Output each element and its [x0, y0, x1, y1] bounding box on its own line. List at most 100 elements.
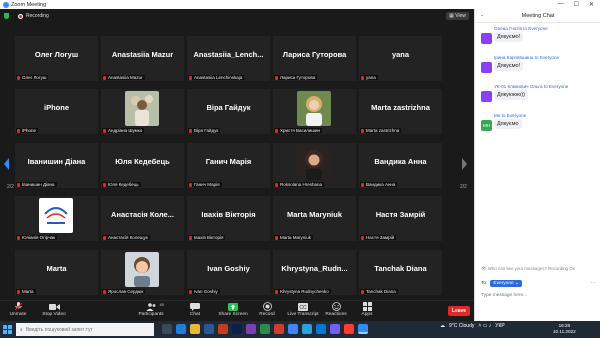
weather-text[interactable]: 9°C Cloudy	[449, 323, 474, 329]
app-icon[interactable]	[344, 324, 354, 334]
participant-tile[interactable]: Анастасія Коле... Анастасія Колещук	[101, 196, 184, 241]
participant-name-label: Христя Василишин	[274, 128, 323, 133]
participant-tile[interactable]: Лариса Гуторова Лариса Гуторова	[273, 36, 356, 81]
excel-icon[interactable]	[260, 324, 270, 334]
more-options-icon[interactable]: ···	[591, 281, 596, 286]
clock[interactable]: 16:28 10.11.2022	[553, 323, 576, 335]
chat-message-input[interactable]	[481, 290, 595, 300]
task-view-icon[interactable]	[162, 324, 172, 334]
muted-mic-icon	[103, 289, 106, 294]
previous-page-button[interactable]	[3, 157, 10, 171]
word-icon[interactable]	[204, 324, 214, 334]
live-transcript-button[interactable]: CC Live Transcript	[283, 302, 323, 317]
participant-tile[interactable]: Вандика Анна Вандика Анна	[359, 143, 442, 188]
participant-tile[interactable]: Христя Василишин	[273, 89, 356, 134]
record-icon	[262, 302, 273, 311]
participants-label: Participants	[138, 312, 164, 317]
participant-tile[interactable]: iPhone iPhone	[15, 89, 98, 134]
participant-tile[interactable]: Юліанія Огірчак	[15, 196, 98, 241]
participant-tile[interactable]: Олег Логуш Олег Логуш	[15, 36, 98, 81]
muted-mic-icon	[189, 75, 192, 80]
participant-name-label: Настя Замрій	[360, 235, 397, 240]
recording-note-text: Who can see your messages? Recording On	[487, 266, 576, 271]
participant-tile[interactable]: Настя Замрій Настя Замрій	[359, 196, 442, 241]
chat-message: Олена Гнатів to Everyone Дякуємо!	[481, 26, 597, 44]
recipient-select[interactable]: Everyone ⌄	[490, 280, 523, 287]
chat-message-text[interactable]: Дякуємо!	[494, 61, 524, 71]
chevron-down-icon[interactable]: ⌄	[480, 12, 484, 18]
record-button[interactable]: Record	[249, 302, 285, 317]
security-shield-icon[interactable]	[4, 13, 9, 19]
acrobat-icon[interactable]	[274, 324, 284, 334]
edge-icon[interactable]	[176, 324, 186, 334]
taskbar-search[interactable]: ⌕	[16, 323, 154, 336]
participant-tile[interactable]: Marta Marta	[15, 250, 98, 295]
participant-tile[interactable]: Roksolana Hreshana	[273, 143, 356, 188]
chat-message-text[interactable]: Дякуємо!	[494, 32, 524, 42]
participant-label-text: Marta	[22, 289, 34, 294]
participant-tile[interactable]: Ivan Goshiy Ivan Goshiy	[187, 250, 270, 295]
share-screen-button[interactable]: Share Screen	[215, 302, 251, 317]
powerpoint-icon[interactable]	[218, 324, 228, 334]
view-button[interactable]: ▦ View	[446, 12, 469, 20]
participant-tile[interactable]: Івахів Вікторія Івахів Вікторія	[187, 196, 270, 241]
leave-button[interactable]: Leave	[448, 306, 470, 316]
participant-tile[interactable]: Іванишин Діана Іванишин Діана	[15, 143, 98, 188]
chat-message-text[interactable]: Дякуююю))	[494, 90, 528, 100]
participant-tile[interactable]: Marta Maryniuk Marta Maryniuk	[273, 196, 356, 241]
muted-mic-icon	[361, 289, 364, 294]
outlook-icon[interactable]	[316, 324, 326, 334]
participant-display-name: iPhone	[43, 103, 69, 112]
onenote-icon[interactable]	[246, 324, 256, 334]
participant-tile[interactable]: Anastasiia Mazur Anastasiia Mazur	[101, 36, 184, 81]
unmute-button[interactable]: Unmute	[0, 302, 36, 317]
view-label: View	[455, 13, 466, 19]
chat-message-text[interactable]: Дякуємо	[494, 119, 522, 129]
recording-note[interactable]: 👁 Who can see your messages? Recording O…	[481, 266, 575, 272]
participant-tile[interactable]: Ярослав Сердюк	[101, 250, 184, 295]
muted-mic-icon	[189, 128, 192, 133]
muted-mic-icon	[361, 182, 364, 187]
maximize-button[interactable]: ☐	[574, 1, 579, 8]
participant-tile[interactable]: Ганич Марія Ганич Марія	[187, 143, 270, 188]
telegram-icon[interactable]	[302, 324, 312, 334]
zoom-taskbar-icon[interactable]	[358, 324, 368, 334]
next-page-button[interactable]	[461, 157, 468, 171]
participant-name-label: Roksolana Hreshana	[274, 182, 325, 187]
participant-tile[interactable]: Юля Кедебець Юля Кедебець	[101, 143, 184, 188]
participant-tile[interactable]: Marta zastrizhna Marta zastrizhna	[359, 89, 442, 134]
participant-tile[interactable]: Андріана Шумко	[101, 89, 184, 134]
avatar	[481, 91, 492, 102]
record-label: Record	[259, 312, 275, 317]
minimize-button[interactable]: —	[558, 1, 564, 8]
photoshop-icon[interactable]	[232, 324, 242, 334]
chat-message-sender: Me to Everyone	[494, 113, 527, 118]
participant-tile[interactable]: Khrystyna_Rudn... Khrystyna Rudnychenko	[273, 250, 356, 295]
participant-tile[interactable]: Anastasiia_Lench... Anastasiia Lenchinska…	[187, 36, 270, 81]
participant-video	[125, 91, 159, 126]
participants-button[interactable]: 40 Participants	[133, 302, 169, 317]
participant-tile[interactable]: Віра Гайдук Віра Гайдук	[187, 89, 270, 134]
tray-icons[interactable]: ˄ ▭ ♪	[478, 323, 491, 329]
apps-button[interactable]: Apps	[349, 302, 385, 317]
muted-mic-icon	[189, 235, 192, 240]
language-indicator[interactable]: УКР	[495, 323, 504, 329]
close-button[interactable]: ✕	[589, 1, 594, 8]
recording-indicator[interactable]: Recording	[18, 13, 49, 19]
muted-mic-icon	[17, 289, 20, 294]
participant-tile[interactable]: Tanchak Diana Tanchak Diana	[359, 250, 442, 295]
muted-mic-icon	[103, 75, 106, 80]
chat-button[interactable]: Chat	[177, 302, 213, 317]
stop-video-button[interactable]: Stop Video	[36, 302, 72, 317]
participant-tile[interactable]: yana yana	[359, 36, 442, 81]
avatar	[481, 62, 492, 73]
participant-name-label: Tanchak Diana	[360, 289, 398, 294]
windows-start-icon[interactable]	[3, 325, 12, 334]
participant-name-label: Ivan Goshiy	[188, 289, 220, 294]
viber-icon[interactable]	[330, 324, 340, 334]
file-explorer-icon[interactable]	[190, 324, 200, 334]
muted-mic-icon	[17, 128, 20, 133]
taskbar-search-input[interactable]	[25, 326, 144, 333]
participant-name-label: Ярослав Сердюк	[102, 289, 146, 294]
chrome-icon[interactable]	[288, 324, 298, 334]
